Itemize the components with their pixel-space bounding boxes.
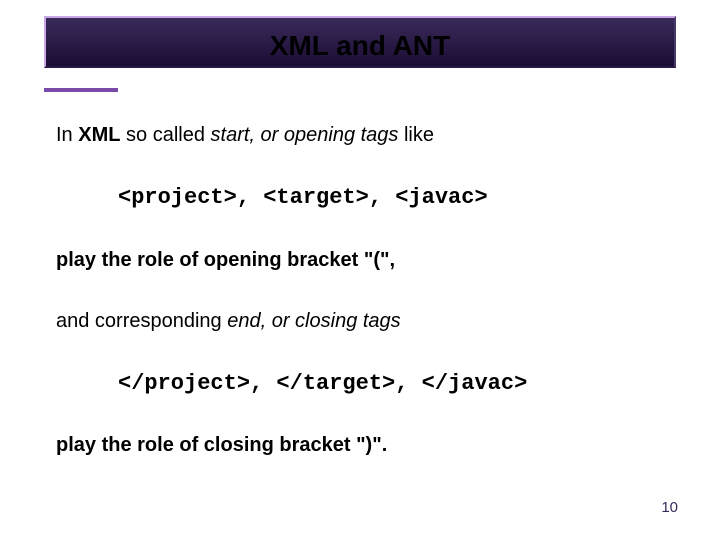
slide-body: In XML so called start, or opening tags … bbox=[56, 122, 666, 459]
slide: XML and ANT In XML so called start, or o… bbox=[0, 0, 720, 540]
text-italic: end, or closing tags bbox=[227, 310, 400, 332]
body-line-1: In XML so called start, or opening tags … bbox=[56, 122, 666, 149]
text-fragment: like bbox=[398, 124, 434, 146]
text-italic: start, or opening tags bbox=[211, 124, 399, 146]
body-line-3: and corresponding end, or closing tags bbox=[56, 308, 666, 335]
text-fragment: so called bbox=[120, 124, 210, 146]
text-bold: XML bbox=[78, 124, 120, 146]
code-opening-tags: <project>, <target>, <javac> bbox=[118, 183, 666, 213]
page-number: 10 bbox=[661, 499, 678, 516]
body-line-4: play the role of closing bracket ")". bbox=[56, 432, 666, 459]
text-fragment: and corresponding bbox=[56, 310, 227, 332]
body-line-2: play the role of opening bracket "(", bbox=[56, 247, 666, 274]
accent-underline bbox=[44, 88, 118, 92]
slide-title: XML and ANT bbox=[0, 30, 720, 62]
code-closing-tags: </project>, </target>, </javac> bbox=[118, 369, 666, 399]
text-fragment: In bbox=[56, 124, 78, 146]
